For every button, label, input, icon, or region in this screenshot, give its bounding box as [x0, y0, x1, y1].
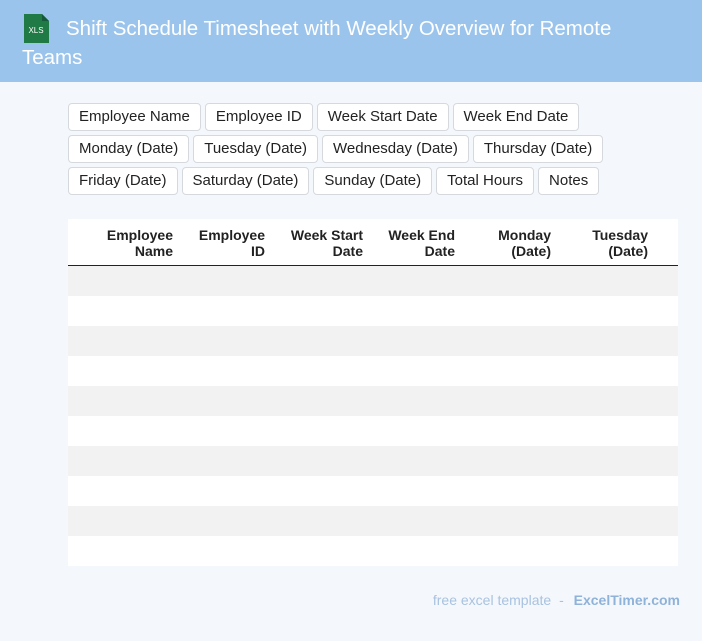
table-row[interactable] [68, 356, 678, 386]
field-chip[interactable]: Total Hours [436, 167, 535, 195]
footer-credit: free excel template - ExcelTimer.com [433, 592, 680, 608]
field-chip[interactable]: Employee Name [68, 103, 201, 131]
footer-brand-link[interactable]: ExcelTimer.com [574, 592, 680, 608]
footer-separator: - [559, 592, 564, 608]
field-chip[interactable]: Monday (Date) [68, 135, 190, 163]
table-row[interactable] [68, 446, 678, 476]
column-header-line: Employee [198, 227, 265, 243]
column-header[interactable]: Week Start Date [265, 219, 363, 265]
column-header[interactable]: Tuesday (Date) [551, 219, 648, 265]
field-chip[interactable]: Notes [538, 167, 600, 195]
column-header-line: Monday [498, 227, 551, 243]
column-header-line: Week End [388, 227, 455, 243]
column-header[interactable]: Employee ID [173, 219, 265, 265]
field-chip[interactable]: Thursday (Date) [472, 135, 604, 163]
field-chip-list: Employee Name Employee ID Week Start Date W… [68, 103, 688, 195]
field-chip[interactable]: Wednesday (Date) [322, 135, 469, 163]
column-header-line: Name [134, 243, 173, 259]
field-chip[interactable]: Tuesday (Date) [193, 135, 319, 163]
table-row[interactable] [68, 416, 678, 446]
field-chip[interactable]: Sunday (Date) [313, 167, 433, 195]
field-chip[interactable]: Employee ID [204, 103, 313, 131]
column-header-line: (Date) [511, 243, 551, 259]
table-header: Employee Name Employee ID Week Start Date Week… [68, 219, 678, 266]
column-header-line: Date [424, 243, 455, 259]
page-title: Shift Schedule Timesheet with Weekly Ove… [22, 17, 612, 69]
column-header[interactable]: Monday (Date) [455, 219, 551, 265]
column-header[interactable]: Week End Date [363, 219, 455, 265]
table-row[interactable] [68, 386, 678, 416]
column-header-line: (Date) [608, 243, 648, 259]
field-chip[interactable]: Week End Date [452, 103, 580, 131]
table-row[interactable] [68, 476, 678, 506]
column-header-line: Date [332, 243, 363, 259]
table-row[interactable] [68, 326, 678, 356]
table-body [68, 266, 678, 566]
footer-text: free excel template [432, 592, 552, 608]
field-chip[interactable]: Friday (Date) [68, 167, 178, 195]
table-row[interactable] [68, 266, 678, 296]
column-header-line: Week Start [290, 227, 363, 243]
table-row[interactable] [68, 536, 678, 566]
table-row[interactable] [68, 296, 678, 326]
field-chip[interactable]: Saturday (Date) [181, 167, 310, 195]
timesheet-table: Employee Name Employee ID Week Start Date Week… [68, 219, 678, 566]
column-header-line: Tuesday [592, 227, 648, 243]
header-banner: XLS Shift Schedule Timesheet with Weekly… [0, 0, 702, 82]
field-chip[interactable]: Week Start Date [316, 103, 449, 131]
column-header-line: Employee [106, 227, 173, 243]
table-row[interactable] [68, 506, 678, 536]
column-header[interactable]: Employee Name [68, 219, 173, 265]
column-header-line: ID [251, 243, 265, 259]
